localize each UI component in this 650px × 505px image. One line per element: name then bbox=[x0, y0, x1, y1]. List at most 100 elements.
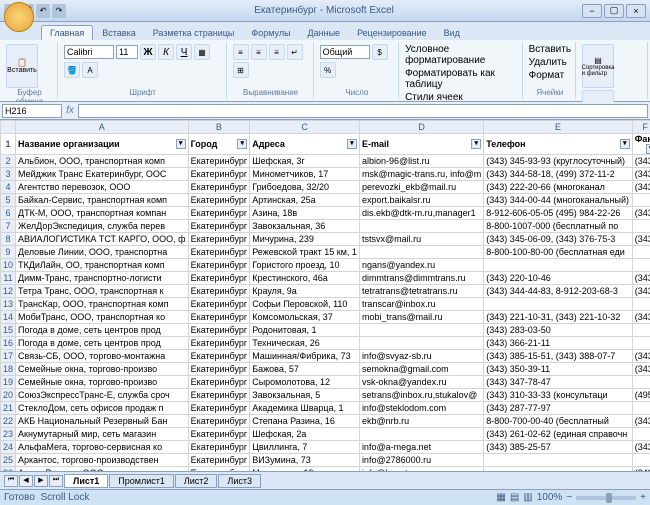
cell[interactable]: Шефская, 2а bbox=[250, 428, 360, 441]
cell[interactable]: Шефская, 3г bbox=[250, 155, 360, 168]
ribbon-tab[interactable]: Рецензирование bbox=[349, 26, 435, 40]
cell[interactable]: albion-96@list.ru bbox=[359, 155, 483, 168]
maximize-button[interactable]: ▢ bbox=[604, 4, 624, 18]
cell[interactable]: ТрансКар, ООО, транспортная комп bbox=[16, 298, 189, 311]
formula-input[interactable] bbox=[78, 104, 648, 118]
zoom-slider[interactable] bbox=[576, 496, 636, 500]
cell[interactable] bbox=[632, 298, 650, 311]
view-normal-icon[interactable]: ▦ bbox=[496, 492, 505, 503]
delete-cells-button[interactable]: Удалить bbox=[529, 57, 567, 68]
align-left-button[interactable]: ≡ bbox=[233, 44, 249, 60]
cell[interactable]: Екатеринбург bbox=[188, 402, 250, 415]
cell[interactable] bbox=[632, 376, 650, 389]
cell[interactable]: Екатеринбург bbox=[188, 454, 250, 467]
cell[interactable]: Екатеринбург bbox=[188, 389, 250, 402]
row-header[interactable]: 12 bbox=[1, 285, 16, 298]
row-header[interactable]: 25 bbox=[1, 454, 16, 467]
ribbon-tab[interactable]: Данные bbox=[300, 26, 349, 40]
cell[interactable]: АльфаМега, торгово-сервисная ко bbox=[16, 441, 189, 454]
cell[interactable]: Екатеринбург bbox=[188, 467, 250, 472]
column-header[interactable]: C bbox=[250, 121, 360, 134]
cell[interactable]: 8-800-100-80-00 (бесплатная еди bbox=[484, 246, 633, 259]
border-button[interactable]: ▦ bbox=[194, 44, 210, 60]
cell[interactable]: (343) bbox=[632, 272, 650, 285]
filter-dropdown-icon[interactable]: ▾ bbox=[471, 139, 481, 149]
filter-dropdown-icon[interactable]: ▾ bbox=[176, 139, 186, 149]
font-name-input[interactable] bbox=[64, 45, 114, 59]
cell[interactable]: semokna@gmail.com bbox=[359, 363, 483, 376]
cell[interactable] bbox=[359, 220, 483, 233]
cell[interactable]: Мейджик Транс Екатеринбург, ООС bbox=[16, 168, 189, 181]
column-header[interactable]: F bbox=[632, 121, 650, 134]
cell[interactable]: Степана Разина, 16 bbox=[250, 415, 360, 428]
cell[interactable]: (343) 344-44-83, 8-912-203-68-3 bbox=[484, 285, 633, 298]
filter-header-cell[interactable]: Телефон▾ bbox=[484, 134, 633, 155]
fx-icon[interactable]: fx bbox=[62, 105, 78, 116]
cell[interactable]: Цвиллинга, 7 bbox=[250, 441, 360, 454]
cell[interactable]: (343) bbox=[632, 207, 650, 220]
filter-header-cell[interactable]: E-mail▾ bbox=[359, 134, 483, 155]
cell[interactable]: (343) 345-06-09, (343) 376-75-3 bbox=[484, 233, 633, 246]
row-header[interactable]: 3 bbox=[1, 168, 16, 181]
row-header[interactable]: 14 bbox=[1, 311, 16, 324]
currency-button[interactable]: $ bbox=[372, 44, 388, 60]
row-header[interactable]: 16 bbox=[1, 337, 16, 350]
row-header[interactable]: 26 bbox=[1, 467, 16, 472]
cell[interactable]: info@leverta.ru bbox=[359, 467, 483, 472]
cell[interactable]: Крестинского, 46а bbox=[250, 272, 360, 285]
zoom-level[interactable]: 100% bbox=[537, 492, 563, 503]
row-header[interactable]: 6 bbox=[1, 207, 16, 220]
cell[interactable]: (343) 385-25-57 bbox=[484, 441, 633, 454]
row-header[interactable]: 24 bbox=[1, 441, 16, 454]
row-header[interactable]: 17 bbox=[1, 350, 16, 363]
cell[interactable]: Завокзальная, 5 bbox=[250, 389, 360, 402]
cell[interactable]: Екатеринбург bbox=[188, 311, 250, 324]
format-cells-button[interactable]: Формат bbox=[529, 70, 565, 81]
sort-filter-button[interactable]: ▤Сортировка и фильтр bbox=[582, 44, 614, 88]
cell[interactable]: (495) bbox=[632, 389, 650, 402]
row-header[interactable]: 15 bbox=[1, 324, 16, 337]
cell[interactable]: Техническая, 26 bbox=[250, 337, 360, 350]
cell[interactable]: info@2786000.ru bbox=[359, 454, 483, 467]
cell[interactable]: vsk-okna@yandex.ru bbox=[359, 376, 483, 389]
cell[interactable]: 8-912-606-05-05 (495) 984-22-26 bbox=[484, 207, 633, 220]
cell[interactable]: (343) 310-33-33 (консультаци bbox=[484, 389, 633, 402]
cell[interactable] bbox=[632, 337, 650, 350]
cell[interactable]: Екатеринбург bbox=[188, 376, 250, 389]
cell[interactable]: info@steklodom.com bbox=[359, 402, 483, 415]
office-button[interactable] bbox=[4, 2, 34, 32]
cell[interactable]: Минометчиков, 17 bbox=[250, 168, 360, 181]
ribbon-tab[interactable]: Формулы bbox=[243, 26, 298, 40]
cell[interactable]: Екатеринбург bbox=[188, 298, 250, 311]
cell[interactable]: Тетра Транс, ООО, транспортная к bbox=[16, 285, 189, 298]
filter-header-cell[interactable]: Фак▾ bbox=[632, 134, 650, 155]
cell[interactable]: (343) 220-10-46 bbox=[484, 272, 633, 285]
spreadsheet-grid[interactable]: ABCDEFGH1Название организации▾Город▾Адре… bbox=[0, 120, 650, 471]
cell[interactable] bbox=[632, 220, 650, 233]
insert-cells-button[interactable]: Вставить bbox=[529, 44, 571, 55]
font-size-input[interactable] bbox=[116, 45, 138, 59]
filter-header-cell[interactable]: Название организации▾ bbox=[16, 134, 189, 155]
cell[interactable]: Мичурина, 239 bbox=[250, 233, 360, 246]
undo-icon[interactable]: ↶ bbox=[36, 4, 50, 18]
cell[interactable]: Екатеринбург bbox=[188, 285, 250, 298]
row-header[interactable]: 4 bbox=[1, 181, 16, 194]
cell[interactable]: (343) 347-78-47 bbox=[484, 376, 633, 389]
cell[interactable] bbox=[632, 428, 650, 441]
format-table-button[interactable]: Форматировать как таблицу bbox=[405, 68, 518, 90]
cell[interactable]: Бажова, 57 bbox=[250, 363, 360, 376]
row-header[interactable]: 18 bbox=[1, 363, 16, 376]
cell[interactable]: Семейные окна, торгово-произво bbox=[16, 363, 189, 376]
row-header[interactable]: 19 bbox=[1, 376, 16, 389]
cell[interactable] bbox=[632, 324, 650, 337]
column-header[interactable]: B bbox=[188, 121, 250, 134]
cell[interactable]: Малышева, 19 bbox=[250, 467, 360, 472]
cell[interactable]: mobi_trans@mail.ru bbox=[359, 311, 483, 324]
cell[interactable]: Аркантос, торгово-производствен bbox=[16, 454, 189, 467]
wrap-text-button[interactable]: ↵ bbox=[287, 44, 303, 60]
cell[interactable]: setrans@inbox.ru,stukalov@ bbox=[359, 389, 483, 402]
underline-button[interactable]: Ч bbox=[176, 44, 192, 60]
cell[interactable]: Артинская, 25а bbox=[250, 194, 360, 207]
cell[interactable]: ЖелДорЭкспедиция, служба перев bbox=[16, 220, 189, 233]
italic-button[interactable]: К bbox=[158, 44, 174, 60]
